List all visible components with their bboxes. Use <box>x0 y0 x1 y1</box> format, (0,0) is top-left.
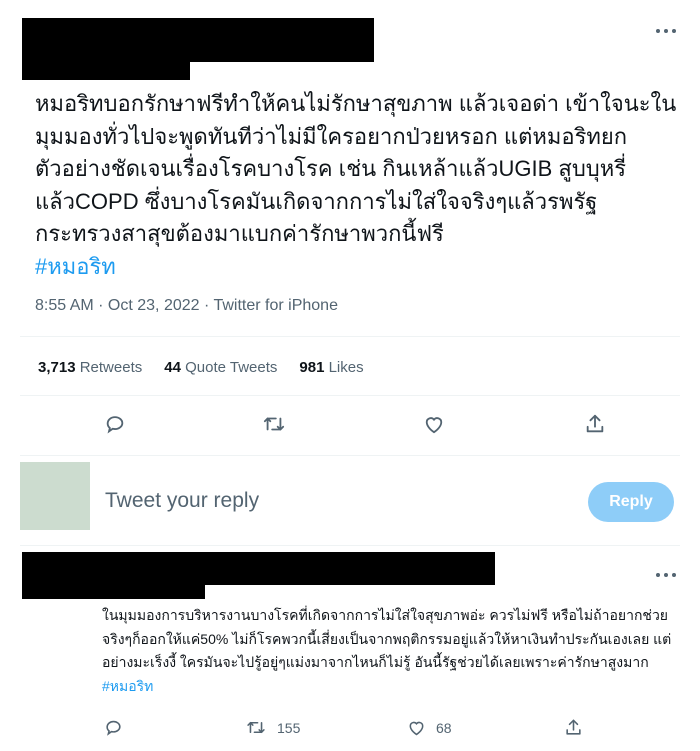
reply-button[interactable]: Reply <box>588 482 674 522</box>
tweet-timestamp[interactable]: 8:55 AM · Oct 23, 2022 · Twitter for iPh… <box>35 297 338 315</box>
tweet-body: หมอริทบอกรักษาฟรีทำให้คนไม่รักษาสุขภาพ แ… <box>35 91 677 246</box>
share-icon <box>586 414 604 433</box>
reply-retweet-button[interactable]: 155 <box>245 718 300 737</box>
retweet-button[interactable] <box>261 413 287 435</box>
likes-stat[interactable]: 981 Likes <box>299 359 363 376</box>
reply-like-count: 68 <box>436 719 452 736</box>
redacted-reply-author <box>22 552 495 585</box>
comment-button[interactable] <box>104 413 126 435</box>
reply-comment-button[interactable] <box>104 718 123 737</box>
tweet-text: หมอริทบอกรักษาฟรีทำให้คนไม่รักษาสุขภาพ แ… <box>35 88 685 283</box>
more-options-icon[interactable] <box>656 28 676 34</box>
reply-hashtag-link[interactable]: #หมอริท <box>102 678 153 694</box>
tweet-hashtag-link[interactable]: #หมอริท <box>35 254 116 279</box>
reply-retweet-count: 155 <box>277 719 301 736</box>
divider <box>20 545 680 546</box>
retweet-icon <box>263 417 285 431</box>
divider <box>20 395 680 396</box>
like-button[interactable] <box>423 414 445 434</box>
tweet-stats: 3,713 Retweets 44 Quote Tweets 981 Likes <box>38 359 386 376</box>
retweet-icon <box>247 721 265 734</box>
reply-body: ในมุมมองการบริหารงานบางโรคที่เกิดจากการไ… <box>102 607 672 670</box>
quote-tweets-stat[interactable]: 44 Quote Tweets <box>164 359 277 376</box>
divider <box>20 336 680 337</box>
retweets-stat[interactable]: 3,713 Retweets <box>38 359 142 376</box>
redacted-avatar <box>22 60 102 80</box>
redacted-reply-handle <box>22 583 205 599</box>
user-avatar[interactable] <box>20 462 90 530</box>
share-icon <box>566 719 581 735</box>
comment-icon <box>106 720 121 736</box>
divider <box>20 455 680 456</box>
reply-like-button[interactable]: 68 <box>407 719 452 736</box>
reply-input[interactable]: Tweet your reply <box>105 489 259 513</box>
reply-tweet-text: ในมุมมองการบริหารงานบางโรคที่เกิดจากการไ… <box>102 604 682 698</box>
heart-icon <box>409 721 424 736</box>
reply-more-options-icon[interactable] <box>656 572 676 578</box>
share-button[interactable] <box>584 413 606 435</box>
reply-share-button[interactable] <box>564 718 583 737</box>
redacted-author-name <box>22 18 374 62</box>
heart-icon <box>425 417 443 434</box>
comment-icon <box>106 416 124 434</box>
